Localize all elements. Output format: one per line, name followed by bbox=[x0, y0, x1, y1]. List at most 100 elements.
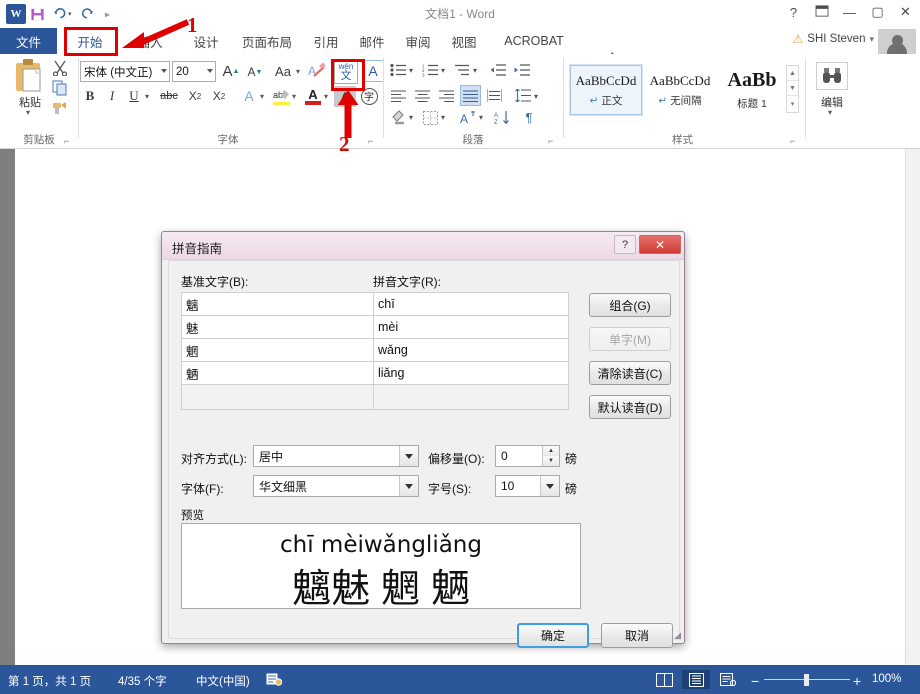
ruby-cell-3[interactable]: liǎng bbox=[373, 361, 569, 385]
tab-review[interactable]: 审阅 bbox=[400, 28, 436, 54]
clear-formatting-icon[interactable]: A bbox=[306, 60, 328, 82]
styles-more-icon[interactable]: ▾ bbox=[787, 96, 798, 111]
view-print-layout-icon[interactable] bbox=[682, 670, 710, 689]
ruby-cell-0[interactable]: chī bbox=[373, 292, 569, 316]
grow-font-icon[interactable]: A ▲ bbox=[220, 60, 242, 82]
zoom-slider-handle[interactable] bbox=[804, 674, 809, 686]
ruby-cell-2[interactable]: wǎng bbox=[373, 338, 569, 362]
phonetic-rows-grid[interactable]: 魑 chī 魅 mèi 魍 wǎng 魉 liǎng bbox=[181, 292, 569, 410]
ruby-cell-4[interactable] bbox=[373, 384, 569, 410]
dialog-help-button[interactable]: ? bbox=[614, 235, 636, 254]
change-case-icon[interactable]: Aa bbox=[270, 61, 296, 82]
size-dropdown-icon[interactable] bbox=[540, 476, 559, 496]
dialog-title-bar[interactable]: 拼音指南 ? ✕ bbox=[162, 232, 684, 260]
shrink-font-icon[interactable]: A ▼ bbox=[244, 61, 266, 83]
style-heading-1[interactable]: AaBb 标题 1 bbox=[716, 65, 788, 115]
tab-mailings[interactable]: 邮件 bbox=[354, 28, 390, 54]
base-cell-4[interactable] bbox=[181, 384, 374, 410]
text-highlight-icon[interactable]: ab bbox=[270, 84, 292, 108]
ruby-cell-1[interactable]: mèi bbox=[373, 315, 569, 339]
paste-dropdown-icon[interactable]: ▾ bbox=[26, 108, 30, 117]
asian-layout-dropdown-icon[interactable]: ▾ bbox=[479, 113, 483, 122]
view-web-layout-icon[interactable] bbox=[714, 670, 742, 689]
line-spacing-icon[interactable] bbox=[512, 85, 533, 106]
align-center-icon[interactable] bbox=[412, 86, 432, 106]
ok-button[interactable]: 确定 bbox=[517, 623, 589, 648]
base-cell-2[interactable]: 魍 bbox=[181, 338, 374, 362]
align-dropdown-icon[interactable] bbox=[399, 446, 418, 466]
account-dropdown-icon[interactable]: ▾ bbox=[869, 34, 874, 45]
editing-binoculars-icon[interactable] bbox=[816, 62, 848, 90]
numbering-icon[interactable]: 123 bbox=[420, 60, 440, 80]
base-cell-0[interactable]: 魑 bbox=[181, 292, 374, 316]
format-painter-icon[interactable] bbox=[52, 100, 68, 119]
phonetic-guide-dialog[interactable]: 拼音指南 ? ✕ 基准文字(B): 拼音文字(R): 魑 chī 魅 mèi 魍… bbox=[161, 231, 685, 648]
minimize-icon[interactable]: — bbox=[841, 5, 858, 20]
style-no-spacing[interactable]: AaBbCcDd ↵ 无间隔 bbox=[644, 65, 716, 115]
distribute-icon[interactable] bbox=[484, 85, 505, 106]
font-color-icon[interactable]: A bbox=[302, 84, 324, 108]
help-icon[interactable]: ? bbox=[785, 5, 802, 20]
bullets-dropdown-icon[interactable]: ▾ bbox=[409, 66, 413, 75]
tab-page-layout[interactable]: 页面布局 bbox=[234, 28, 300, 54]
font-dialog-launcher[interactable]: ⌐ bbox=[368, 136, 373, 146]
status-language[interactable]: 中文(中国) bbox=[196, 673, 250, 689]
text-effects-icon[interactable]: A bbox=[238, 86, 260, 106]
borders-dropdown-icon[interactable]: ▾ bbox=[441, 113, 445, 122]
underline-icon[interactable]: U bbox=[124, 86, 144, 106]
subscript-icon[interactable]: X2 bbox=[184, 86, 206, 106]
bullets-icon[interactable] bbox=[388, 60, 408, 80]
base-cell-1[interactable]: 魅 bbox=[181, 315, 374, 339]
cancel-button[interactable]: 取消 bbox=[601, 623, 673, 648]
superscript-icon[interactable]: X2 bbox=[208, 86, 230, 106]
show-formatting-marks-icon[interactable]: ¶ bbox=[518, 108, 540, 127]
justify-icon[interactable] bbox=[460, 85, 481, 106]
collapse-ribbon-icon[interactable]: ⌃ bbox=[897, 41, 906, 146]
default-reading-button[interactable]: 默认读音(D) bbox=[589, 395, 671, 419]
sort-icon[interactable]: AZ bbox=[492, 108, 514, 127]
italic-icon[interactable]: I bbox=[102, 86, 122, 106]
base-cell-3[interactable]: 魉 bbox=[181, 361, 374, 385]
vertical-scrollbar[interactable] bbox=[905, 149, 920, 665]
font-combo[interactable]: 华文细黑 bbox=[253, 475, 419, 497]
change-case-dropdown-icon[interactable]: ▾ bbox=[296, 67, 300, 76]
proofing-status-icon[interactable] bbox=[265, 671, 283, 689]
combine-button[interactable]: 组合(G) bbox=[589, 293, 671, 317]
asian-layout-icon[interactable]: A bbox=[456, 108, 478, 127]
shading-dropdown-icon[interactable]: ▾ bbox=[409, 113, 413, 122]
font-color-dropdown-icon[interactable]: ▾ bbox=[324, 92, 328, 101]
increase-indent-icon[interactable] bbox=[512, 60, 532, 80]
clear-reading-button[interactable]: 清除读音(C) bbox=[589, 361, 671, 385]
font-dropdown-icon[interactable] bbox=[399, 476, 418, 496]
size-combo[interactable]: 10 bbox=[495, 475, 560, 497]
tab-references[interactable]: 引用 bbox=[308, 28, 344, 54]
highlight-dropdown-icon[interactable]: ▾ bbox=[292, 92, 296, 101]
shading-icon[interactable] bbox=[388, 108, 408, 127]
status-word-count[interactable]: 4/35 个字 bbox=[118, 673, 167, 689]
bold-icon[interactable]: B bbox=[80, 86, 100, 106]
decrease-indent-icon[interactable] bbox=[488, 60, 508, 80]
character-border-icon[interactable]: A bbox=[362, 60, 384, 82]
multilevel-dropdown-icon[interactable]: ▾ bbox=[473, 66, 477, 75]
cut-icon[interactable] bbox=[52, 60, 68, 79]
tab-view[interactable]: 视图 bbox=[446, 28, 482, 54]
style-normal[interactable]: AaBbCcDd ↵ 正文 bbox=[569, 64, 643, 116]
maximize-icon[interactable]: ▢ bbox=[869, 4, 886, 20]
view-read-mode-icon[interactable] bbox=[650, 670, 678, 689]
styles-dialog-launcher[interactable]: ⌐ bbox=[790, 136, 795, 146]
multilevel-list-icon[interactable] bbox=[452, 60, 472, 80]
zoom-out-button[interactable]: − bbox=[751, 673, 759, 689]
font-name-combo[interactable]: 宋体 (中文正) bbox=[80, 61, 170, 82]
styles-scroll-down-icon[interactable]: ▼ bbox=[787, 81, 798, 96]
tab-file[interactable]: 文件 bbox=[0, 28, 57, 54]
align-combo[interactable]: 居中 bbox=[253, 445, 419, 467]
align-left-icon[interactable] bbox=[388, 86, 408, 106]
tab-acrobat[interactable]: ACROBAT bbox=[494, 28, 574, 54]
copy-icon[interactable] bbox=[52, 80, 68, 99]
styles-scrollbar[interactable]: ▲ ▼ ▾ bbox=[786, 65, 799, 113]
paragraph-dialog-launcher[interactable]: ⌐ bbox=[548, 136, 553, 146]
status-page[interactable]: 第 1 页，共 1 页 bbox=[8, 673, 91, 689]
numbering-dropdown-icon[interactable]: ▾ bbox=[441, 66, 445, 75]
dialog-resize-grip[interactable]: ◢ bbox=[674, 630, 681, 641]
text-effects-dropdown-icon[interactable]: ▾ bbox=[260, 92, 264, 101]
